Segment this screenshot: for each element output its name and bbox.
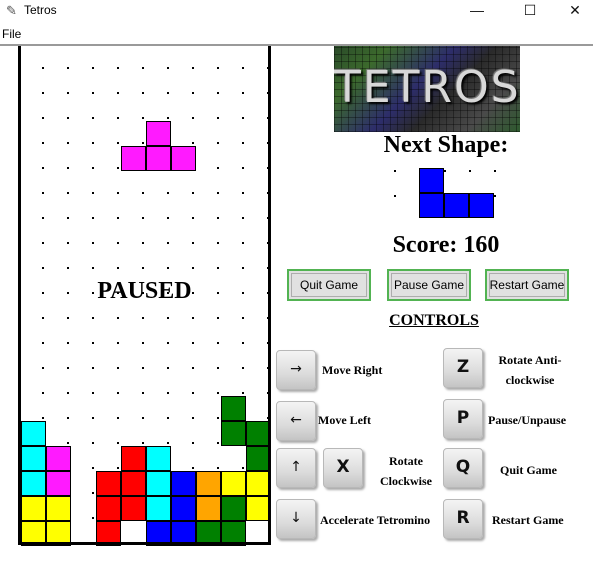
move-left-label: Move Left xyxy=(318,413,371,427)
x-key-icon: X xyxy=(323,448,363,488)
accelerate-label: Accelerate Tetromino xyxy=(320,513,431,527)
next-shape-block xyxy=(469,193,494,218)
controls-heading: CONTROLS xyxy=(389,312,479,329)
right-arrow-key-icon: → xyxy=(276,350,316,390)
next-shape-preview xyxy=(383,168,508,218)
next-shape-block xyxy=(444,193,469,218)
down-arrow-key-icon: ↓ xyxy=(276,499,316,539)
restart-game-label: Restart Game xyxy=(492,513,564,527)
logo-text: TETROS xyxy=(334,62,520,113)
game-board: PAUSED xyxy=(18,46,271,546)
paused-label: PAUSED xyxy=(97,278,192,304)
score-label: Score: 160 xyxy=(392,232,500,258)
rotate-anticlockwise-label: Rotate Anti-clockwise xyxy=(498,353,562,387)
r-key-icon: R xyxy=(443,499,483,539)
preview-dot xyxy=(394,170,396,172)
window-title: Tetros xyxy=(24,3,57,17)
next-shape-label: Next Shape: xyxy=(383,132,509,158)
up-arrow-key-icon: ↑ xyxy=(276,448,316,488)
pause-game-button-inner xyxy=(391,273,467,297)
preview-dot xyxy=(394,195,396,197)
p-key-icon: P xyxy=(443,399,483,439)
rotate-clockwise-label: Rotate Clockwise xyxy=(380,454,432,488)
restart-game-button[interactable]: Restart Game xyxy=(485,269,569,301)
feather-icon: ✎ xyxy=(6,3,17,18)
menu-file[interactable]: File xyxy=(2,27,21,41)
pause-unpause-label: Pause/Unpause xyxy=(488,413,567,427)
q-key-icon: Q xyxy=(443,448,483,488)
preview-dot xyxy=(494,195,496,197)
close-button[interactable]: ✕ xyxy=(552,0,593,22)
title-bar: ✎ Tetros — ☐ ✕ xyxy=(0,0,593,22)
preview-dot xyxy=(494,170,496,172)
tetros-logo: TETROS xyxy=(334,46,520,132)
minimize-button[interactable]: — xyxy=(454,0,500,22)
quit-game-button[interactable]: Quit Game xyxy=(287,269,371,301)
quit-game-label: Quit Game xyxy=(500,463,557,477)
move-right-label: Move Right xyxy=(322,363,383,377)
menu-bar: File xyxy=(0,26,593,44)
left-arrow-key-icon: ← xyxy=(276,401,316,441)
next-shape-block xyxy=(419,168,444,193)
z-key-icon: Z xyxy=(443,348,483,388)
preview-dot xyxy=(469,170,471,172)
preview-dot xyxy=(444,170,446,172)
pause-game-button[interactable]: Pause Game xyxy=(387,269,471,301)
quit-game-button-inner xyxy=(291,273,367,297)
maximize-button[interactable]: ☐ xyxy=(507,0,553,22)
next-shape-block xyxy=(419,193,444,218)
restart-game-button-inner xyxy=(489,273,565,297)
